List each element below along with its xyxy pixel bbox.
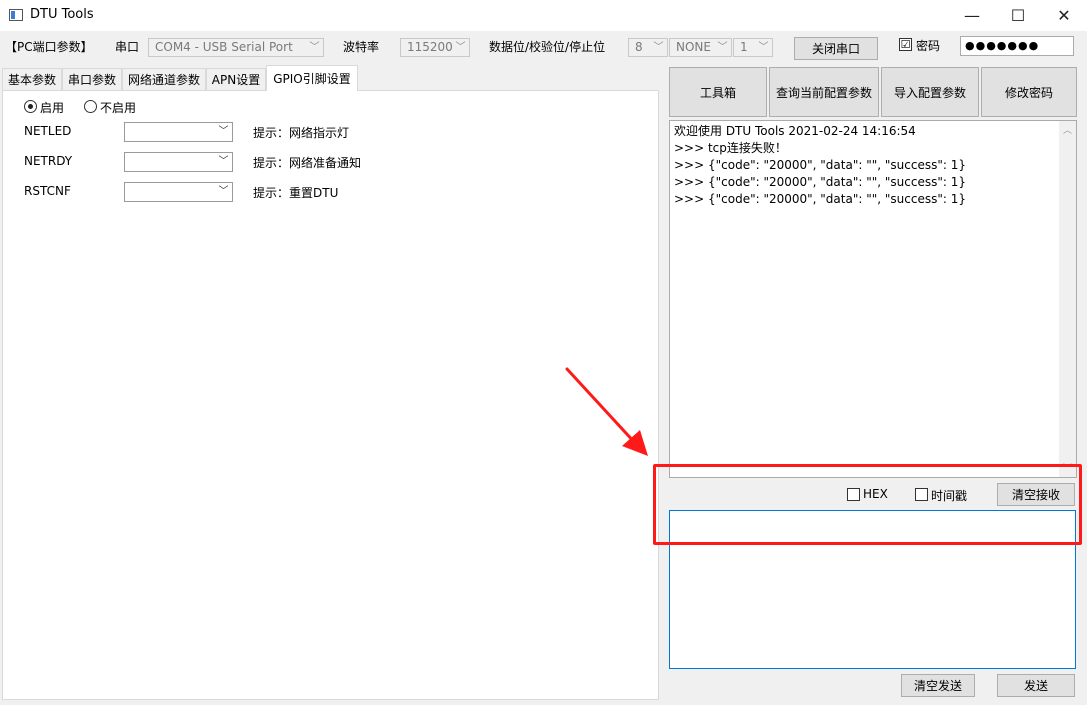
parity-value: NONE (676, 40, 711, 54)
chevron-down-icon: ﹀ (218, 156, 229, 167)
rstcnf-label: RSTCNF (24, 184, 71, 198)
log-line: >>> tcp连接失败！ (674, 141, 787, 155)
pc-port-section-label: 【PC端口参数】 (5, 40, 93, 54)
stopbits-value: 1 (740, 40, 748, 54)
tab-apn-settings[interactable]: APN设置 (206, 68, 266, 90)
close-window-button[interactable]: ✕ (1041, 0, 1087, 31)
annotation-arrow-icon (565, 367, 648, 456)
log-output[interactable]: 欢迎使用 DTU Tools 2021-02-24 14:16:54 >>> t… (669, 120, 1077, 478)
tab-serial-params[interactable]: 串口参数 (62, 68, 122, 90)
parity-select[interactable]: NONE ﹀ (669, 38, 732, 57)
password-checkbox[interactable]: ☑ (899, 38, 912, 51)
log-line: 欢迎使用 DTU Tools 2021-02-24 14:16:54 (674, 124, 916, 138)
clear-send-button[interactable]: 清空发送 (901, 674, 975, 697)
chevron-down-icon: ﹀ (455, 42, 466, 53)
title-bar: DTU Tools — ☐ ✕ (0, 0, 1087, 31)
log-line: >>> {"code": "20000", "data": "", "succe… (674, 158, 966, 172)
netled-select[interactable]: ﹀ (124, 122, 233, 142)
minimize-button[interactable]: — (949, 0, 995, 31)
enable-radio-label: 启用 (40, 101, 65, 115)
port-select-value: COM4 - USB Serial Port (155, 40, 293, 54)
baud-select[interactable]: 115200 ﹀ (400, 38, 470, 57)
netrdy-hint: 提示：网络准备通知 (253, 156, 362, 170)
baud-select-value: 115200 (407, 40, 453, 54)
app-window-icon (9, 9, 23, 21)
password-field[interactable]: ●●●●●●● (960, 36, 1074, 56)
port-select[interactable]: COM4 - USB Serial Port ﹀ (148, 38, 324, 57)
enable-radio[interactable] (24, 100, 37, 113)
password-checkbox-label: 密码 (916, 39, 941, 53)
netled-hint: 提示：网络指示灯 (253, 126, 350, 140)
tab-network-channel-params[interactable]: 网络通道参数 (122, 68, 206, 90)
log-scrollbar[interactable]: ︿ ﹀ (1059, 121, 1076, 477)
highlight-box (653, 464, 1082, 545)
query-config-button[interactable]: 查询当前配置参数 (769, 67, 879, 117)
log-line: >>> {"code": "20000", "data": "", "succe… (674, 175, 966, 189)
chevron-down-icon: ﹀ (653, 42, 664, 53)
maximize-button[interactable]: ☐ (995, 0, 1041, 31)
chevron-down-icon: ﹀ (758, 42, 769, 53)
databits-select[interactable]: 8 ﹀ (628, 38, 668, 57)
chevron-down-icon: ﹀ (717, 42, 728, 53)
send-button[interactable]: 发送 (997, 674, 1075, 697)
scroll-up-icon[interactable]: ︿ (1063, 123, 1072, 136)
rstcnf-select[interactable]: ﹀ (124, 182, 233, 202)
rstcnf-hint: 提示：重置DTU (253, 186, 339, 200)
chevron-down-icon: ﹀ (218, 186, 229, 197)
disable-radio[interactable] (84, 100, 97, 113)
tab-basic-params[interactable]: 基本参数 (2, 68, 62, 90)
close-port-button[interactable]: 关闭串口 (794, 37, 878, 60)
chevron-down-icon: ﹀ (218, 126, 229, 137)
port-label: 串口 (115, 40, 140, 54)
netrdy-select[interactable]: ﹀ (124, 152, 233, 172)
netrdy-label: NETRDY (24, 154, 73, 168)
toolbox-button[interactable]: 工具箱 (669, 67, 767, 117)
log-line: >>> {"code": "20000", "data": "", "succe… (674, 192, 966, 206)
databits-value: 8 (635, 40, 643, 54)
disable-radio-label: 不启用 (100, 101, 137, 115)
chevron-down-icon: ﹀ (309, 42, 320, 53)
data-format-label: 数据位/校验位/停止位 (489, 40, 606, 54)
stopbits-select[interactable]: 1 ﹀ (733, 38, 773, 57)
import-config-button[interactable]: 导入配置参数 (881, 67, 979, 117)
netled-label: NETLED (24, 124, 72, 138)
change-password-button[interactable]: 修改密码 (981, 67, 1077, 117)
window-title: DTU Tools (30, 7, 94, 22)
baud-label: 波特率 (343, 40, 380, 54)
tab-gpio-settings[interactable]: GPIO引脚设置 (266, 65, 358, 91)
log-lines: 欢迎使用 DTU Tools 2021-02-24 14:16:54 >>> t… (674, 123, 966, 208)
